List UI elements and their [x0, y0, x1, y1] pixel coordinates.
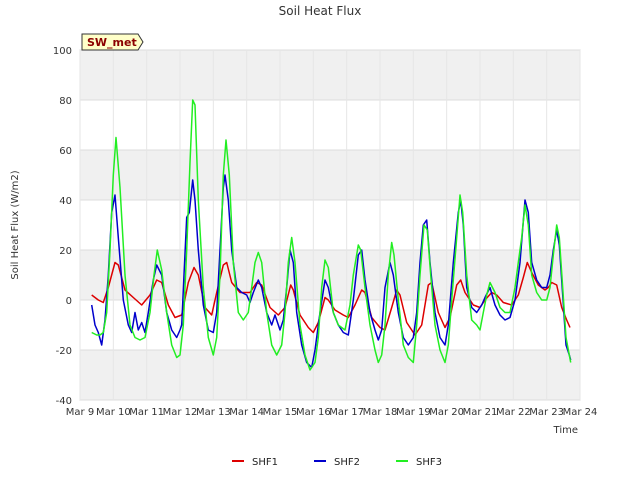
legend-label-shf2: SHF2 [334, 457, 360, 468]
x-tick-label: Mar 9 [66, 407, 94, 418]
x-tick-label: Mar 21 [463, 407, 498, 418]
y-tick-label: -20 [56, 346, 72, 357]
y-axis-ticks: -40 -20 0 20 40 60 80 100 [53, 46, 72, 407]
grid-band [80, 50, 580, 100]
chart-title: Soil Heat Flux [279, 4, 362, 18]
x-tick-label: Mar 17 [329, 407, 364, 418]
x-tick-label: Mar 11 [129, 407, 164, 418]
y-tick-label: -40 [56, 396, 72, 407]
x-tick-label: Mar 22 [496, 407, 531, 418]
y-tick-label: 80 [59, 96, 72, 107]
y-axis-label: Soil Heat Flux (W/m2) [10, 170, 21, 279]
legend: SHF1 SHF2 SHF3 [232, 457, 442, 468]
x-tick-label: Mar 23 [529, 407, 564, 418]
y-tick-label: 100 [53, 46, 72, 57]
badge-label: SW_met [87, 36, 137, 49]
x-tick-label: Mar 14 [229, 407, 264, 418]
legend-label-shf3: SHF3 [416, 457, 442, 468]
grid-band [80, 350, 580, 400]
x-tick-label: Mar 24 [563, 407, 598, 418]
chart-root: Soil Heat Flux -40 -20 0 20 40 60 80 100 Mar 9M… [0, 0, 640, 480]
x-tick-label: Mar 19 [396, 407, 431, 418]
x-axis-ticks: Mar 9 Mar 10Mar 11Mar 12Mar 13Mar 14Mar 1… [66, 407, 598, 418]
soil-heat-flux-chart: Soil Heat Flux -40-20020406080100 Mar 9M… [10, 4, 598, 468]
y-tick-label: 60 [59, 146, 72, 157]
x-tick-label: Mar 12 [163, 407, 198, 418]
x-tick-label: Mar 13 [196, 407, 231, 418]
plot-area [79, 49, 581, 401]
y-tick-label: 40 [59, 196, 72, 207]
x-tick-label: Mar 20 [429, 407, 464, 418]
x-axis-label: Time [553, 425, 578, 436]
x-tick-label: Mar 18 [363, 407, 398, 418]
x-tick-label: Mar 16 [296, 407, 331, 418]
legend-label-shf1: SHF1 [252, 457, 278, 468]
grid-band [80, 150, 580, 200]
y-tick-label: 0 [66, 296, 72, 307]
x-tick-label: Mar 15 [263, 407, 298, 418]
y-tick-label: 20 [59, 246, 72, 257]
x-tick-label: Mar 10 [96, 407, 131, 418]
station-badge: SW_met [81, 33, 144, 51]
